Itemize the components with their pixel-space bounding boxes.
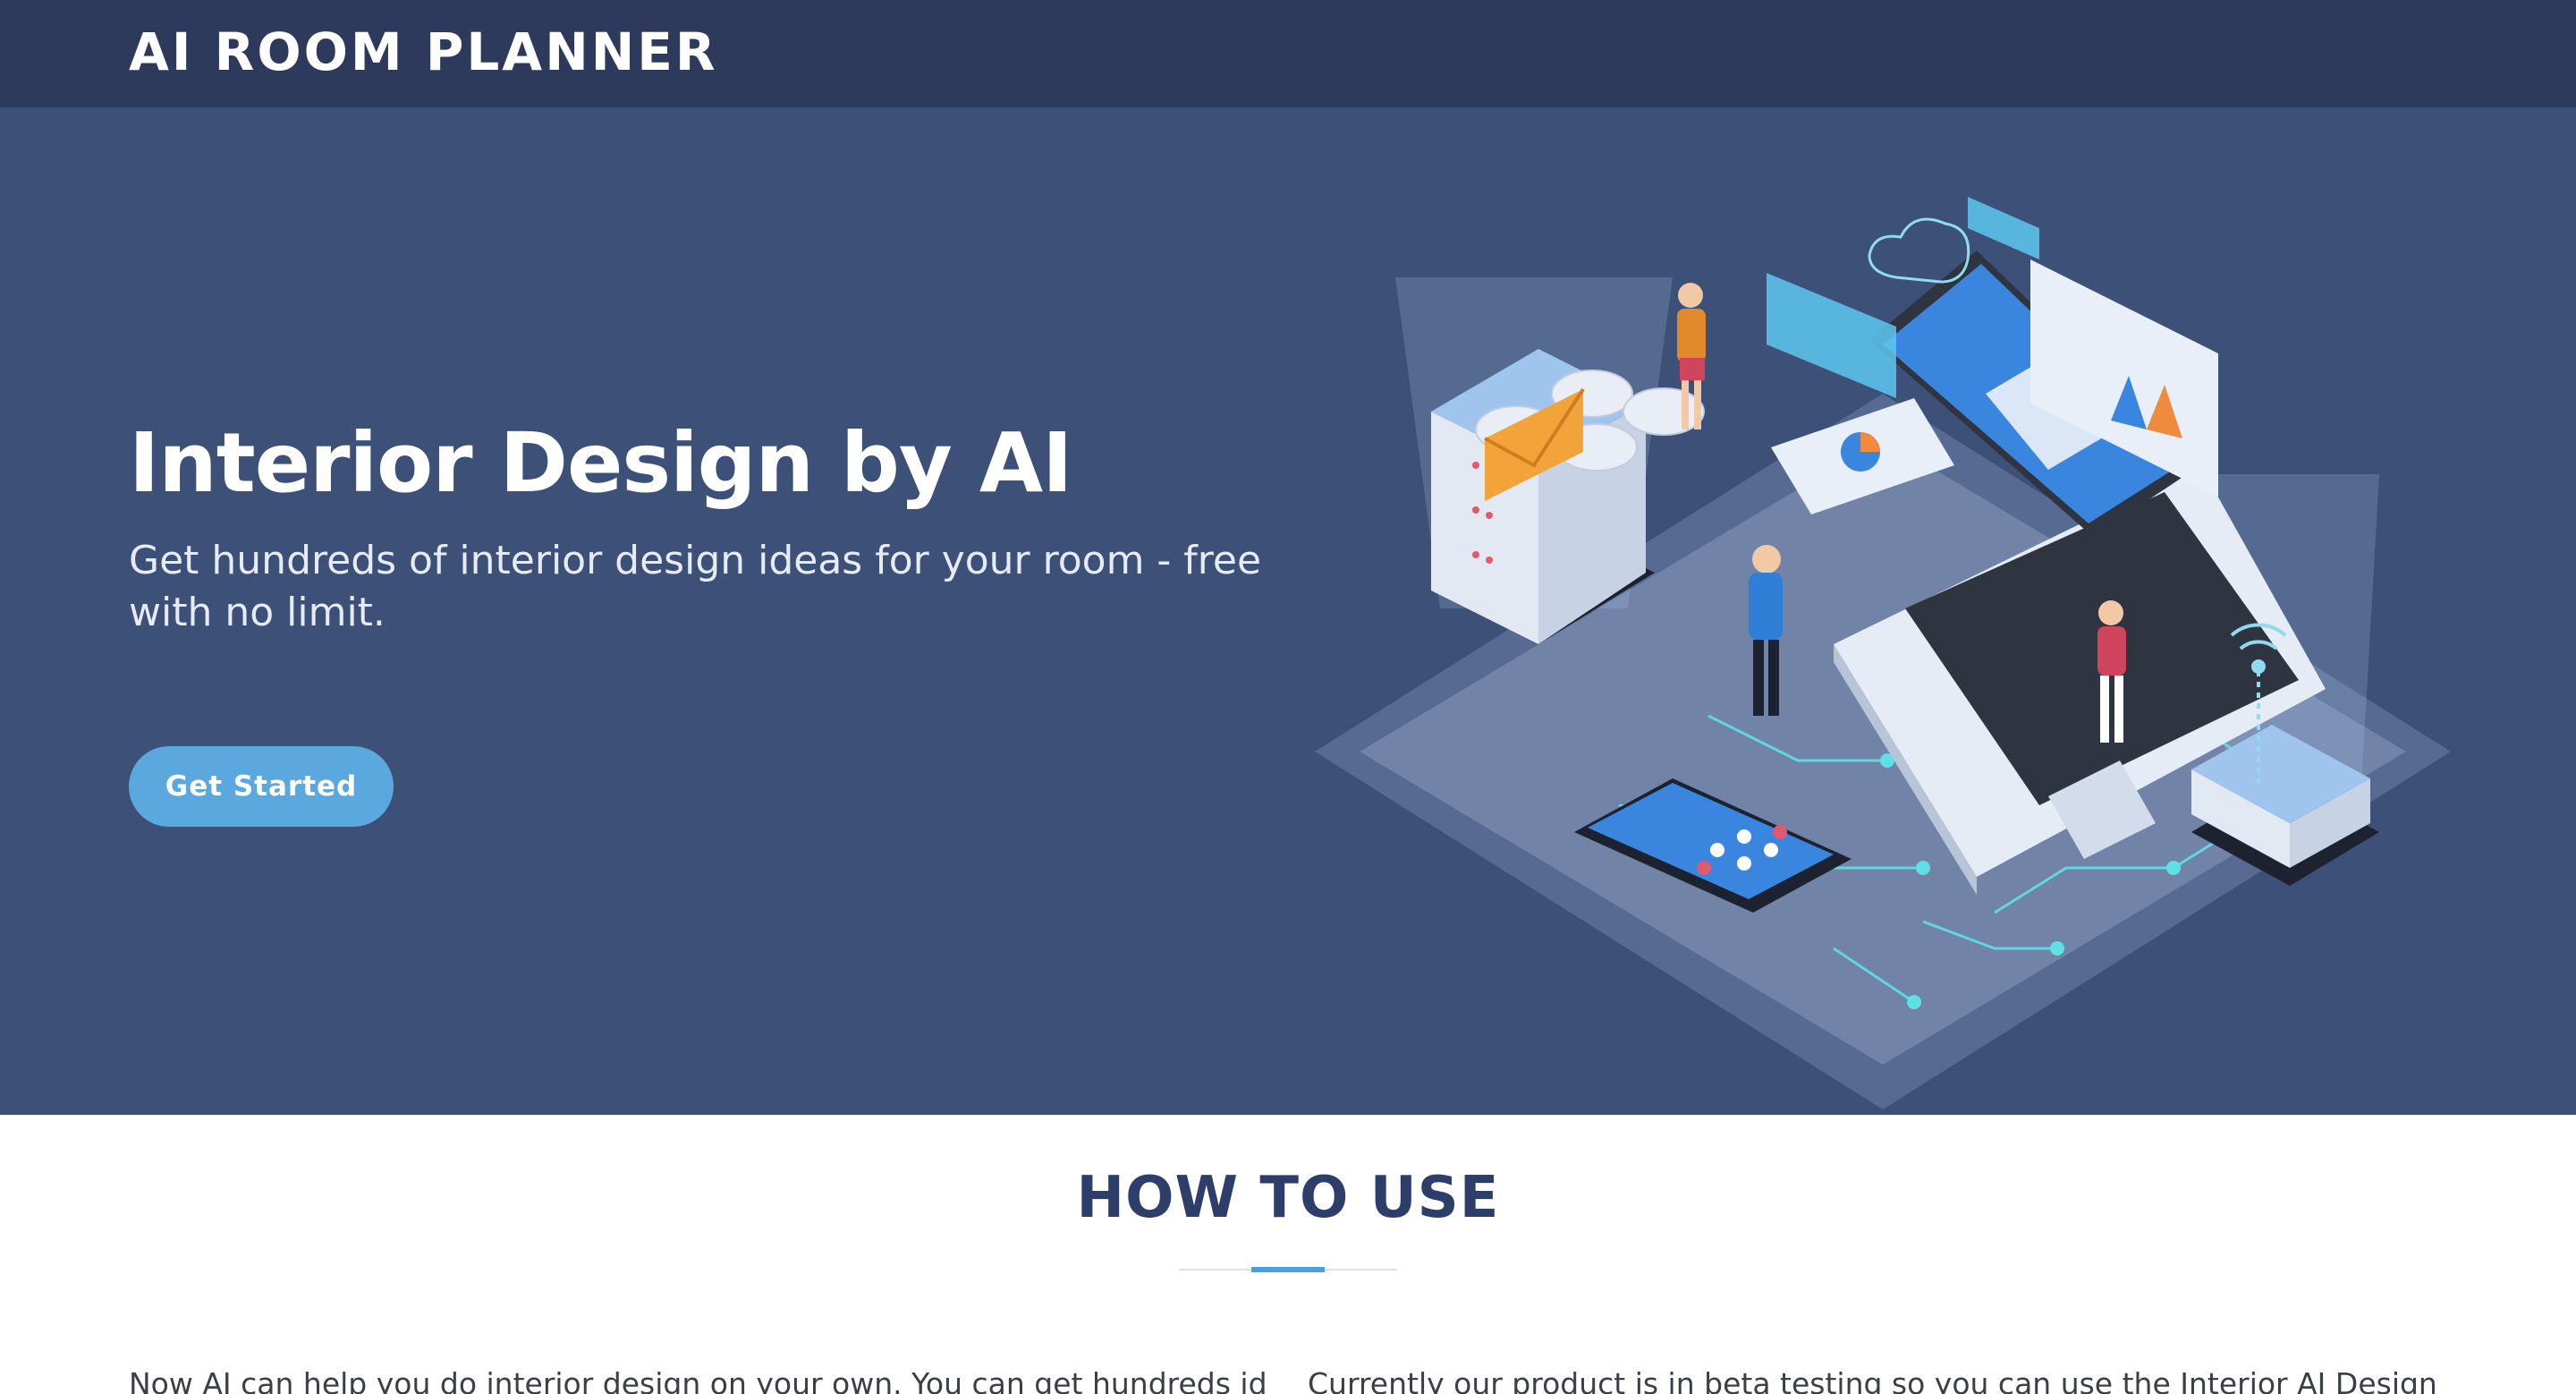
get-started-button[interactable]: Get Started xyxy=(129,746,394,827)
top-navbar: AI ROOM PLANNER xyxy=(0,0,2576,107)
hero-illustration xyxy=(1315,197,2451,1109)
hero-subtitle: Get hundreds of interior design ideas fo… xyxy=(129,538,1262,635)
floating-card-blue xyxy=(1767,273,1896,398)
how-to-use-heading: HOW TO USE xyxy=(1076,1165,1500,1231)
brand-logo[interactable]: AI ROOM PLANNER xyxy=(129,21,718,82)
how-to-use-right-text: Currently our product is in beta testing… xyxy=(1308,1366,2444,1394)
how-to-use-left-text: Now AI can help you do interior design o… xyxy=(129,1366,1265,1394)
divider-accent xyxy=(1251,1267,1325,1272)
floating-card-small xyxy=(1968,197,2039,259)
section-divider xyxy=(1179,1267,1397,1272)
hero-title: Interior Design by AI xyxy=(129,415,1072,511)
hero-section: Interior Design by AI Get hundreds of in… xyxy=(0,107,2576,1115)
